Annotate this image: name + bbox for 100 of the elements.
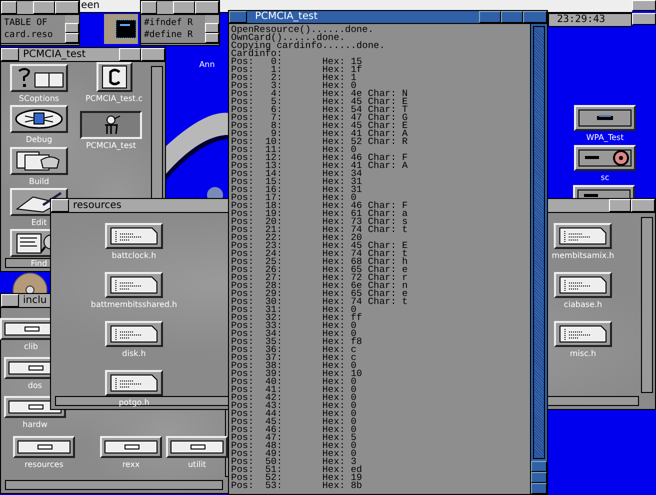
- console-line: Pos: 45: Hex: 0: [231, 418, 358, 426]
- papers-icon[interactable]: [10, 147, 68, 175]
- icon-label[interactable]: clib: [24, 342, 38, 352]
- console-line: OpenResource()......done.: [231, 26, 375, 34]
- drawer-icon[interactable]: [574, 105, 636, 131]
- window-title: inclu: [22, 294, 47, 307]
- scroll-down-button[interactable]: [531, 472, 547, 483]
- icon-label[interactable]: Find: [30, 259, 48, 269]
- console-line: Pos: 43: Hex: 0: [231, 402, 358, 410]
- console-line: Pos: 11: Hex: 0: [231, 146, 356, 154]
- console-line: Pos: 21: Hex: 74 Char: t: [231, 226, 409, 234]
- icon-label[interactable]: Ann: [199, 60, 215, 70]
- console-line: Pos: 34: Hex: 0: [231, 330, 356, 338]
- scroll-up-button[interactable]: [531, 461, 547, 472]
- console-line: OwnCard()......done.: [231, 34, 346, 42]
- document-icon[interactable]: [554, 272, 612, 298]
- console-line: Pos: 29: Hex: 65 Char: e: [231, 290, 409, 298]
- document-icon[interactable]: [105, 370, 163, 396]
- document-icon[interactable]: [554, 321, 612, 347]
- text-line: #define R: [144, 29, 194, 41]
- console-line: Pos: 48: Hex: 0: [231, 442, 358, 450]
- icon-label[interactable]: SCoptions: [18, 94, 60, 104]
- console-line: Pos: 16: Hex: 31: [231, 186, 364, 194]
- window-title: PCMCIA_test: [22, 48, 86, 61]
- console-line: Pos: 28: Hex: 6e Char: n: [231, 282, 409, 290]
- console-line: Pos: 15: Hex: 31: [231, 178, 364, 186]
- icon-label[interactable]: WPA_Test: [586, 133, 624, 143]
- icon-label[interactable]: Edit: [31, 218, 47, 228]
- console-line: Pos: 20: Hex: 73 Char: s: [231, 218, 409, 226]
- scroll-bar[interactable]: [1, 43, 79, 45]
- scroll-bar[interactable]: [641, 217, 653, 393]
- scroll-bar[interactable]: [141, 43, 219, 45]
- document-icon[interactable]: [105, 223, 163, 249]
- console-line: Pos: 25: Hex: 68 Char: h: [231, 258, 409, 266]
- console-line: Pos: 50: Hex: 3: [231, 458, 356, 466]
- console-line: Pos: 14: Hex: 34: [231, 170, 364, 178]
- console-line: Pos: 26: Hex: 65 Char: e: [231, 266, 409, 274]
- icon-label[interactable]: battclock.h: [112, 251, 156, 261]
- document-icon[interactable]: [554, 223, 612, 249]
- icon-label[interactable]: Debug: [26, 135, 52, 145]
- icon-label[interactable]: Build: [28, 177, 50, 187]
- icon-label[interactable]: ciabase.h: [564, 300, 602, 310]
- console-line: Pos: 35: Hex: f8: [231, 338, 364, 346]
- depth-button[interactable]: [523, 11, 547, 23]
- panel-icon[interactable]: [10, 64, 68, 92]
- icon-label[interactable]: PCMCIA_test: [86, 141, 136, 151]
- console-line: Pos: 2: Hex: 1: [231, 74, 358, 82]
- text-line: #ifndef R: [144, 17, 194, 29]
- scroll-bar[interactable]: [533, 26, 545, 459]
- console-line: Pos: 36: Hex: c: [231, 346, 356, 354]
- icon-label[interactable]: hardw: [22, 420, 48, 430]
- icon-label[interactable]: disk.h: [122, 349, 146, 359]
- console-line: Pos: 19: Hex: 61 Char: a: [231, 210, 409, 218]
- bug-icon[interactable]: [10, 105, 68, 133]
- console-line: Pos: 12: Hex: 46 Char: F: [231, 154, 409, 162]
- icon-label[interactable]: battmembitsshared.h: [90, 300, 178, 310]
- clock-time: 23:29:43: [557, 14, 606, 26]
- console-line: Pos: 5: Hex: 45 Char: E: [231, 98, 409, 106]
- icon-label[interactable]: resources: [24, 460, 64, 470]
- icon-label[interactable]: membitsamix.h: [552, 251, 614, 261]
- console-line: Pos: 17: Hex: 0: [231, 194, 356, 202]
- console-line: Pos: 47: Hex: 5: [231, 434, 358, 442]
- figure-icon[interactable]: [80, 111, 142, 139]
- text-line: card.reso: [4, 29, 54, 41]
- icon-label[interactable]: dos: [28, 381, 42, 391]
- console-line: Pos: 37: Hex: c: [231, 354, 358, 362]
- window-title: resources: [72, 199, 122, 212]
- icon-label[interactable]: misc.h: [570, 349, 596, 359]
- console-line: Pos: 10: Hex: 52 Char: R: [231, 138, 409, 146]
- console-line: Pos: 51: Hex: ed: [231, 466, 364, 474]
- icon-label[interactable]: sc: [600, 173, 610, 183]
- close-button[interactable]: [229, 11, 247, 23]
- icon-label[interactable]: potgo.h: [118, 398, 150, 408]
- zoom-button[interactable]: [479, 11, 501, 23]
- console-line: Pos: 8: Hex: 45 Char: E: [231, 122, 409, 130]
- screen-title: een: [81, 0, 100, 12]
- document-icon[interactable]: [105, 272, 163, 298]
- size-button[interactable]: [531, 483, 547, 494]
- drawer-icon[interactable]: [166, 436, 228, 458]
- document-icon[interactable]: [96, 62, 132, 92]
- drawer-icon[interactable]: [100, 436, 162, 458]
- console-line: Pos: 46: Hex: 0: [231, 426, 358, 434]
- drawer-icon[interactable]: [13, 436, 75, 458]
- document-icon[interactable]: [105, 321, 163, 347]
- console-line: Pos: 33: Hex: 0: [231, 322, 358, 330]
- console-line: Pos: 30: Hex: 74 Char: t: [231, 298, 409, 306]
- icon-label[interactable]: rexx: [122, 460, 140, 470]
- console-line: Pos: 22: Hex: 20: [231, 234, 364, 242]
- console-line: Pos: 40: Hex: 0: [231, 378, 356, 386]
- scroll-bar[interactable]: [5, 480, 223, 490]
- console-line: Pos: 32: Hex: ff: [231, 314, 364, 322]
- monitor-icon[interactable]: [104, 14, 138, 44]
- console-line: Pos: 24: Hex: 74 Char: t: [231, 250, 409, 258]
- console-line: Pos: 42: Hex: 0: [231, 394, 358, 402]
- icon-label[interactable]: utilit: [188, 460, 206, 470]
- icon-label[interactable]: PCMCIA_test.c: [85, 94, 143, 104]
- zoom-button[interactable]: [501, 11, 523, 23]
- console-line: Pos: 52: Hex: 19: [231, 474, 364, 482]
- window-title: PCMCIA_test: [254, 11, 319, 23]
- console-line: Pos: 9: Hex: 41 Char: A: [231, 130, 409, 138]
